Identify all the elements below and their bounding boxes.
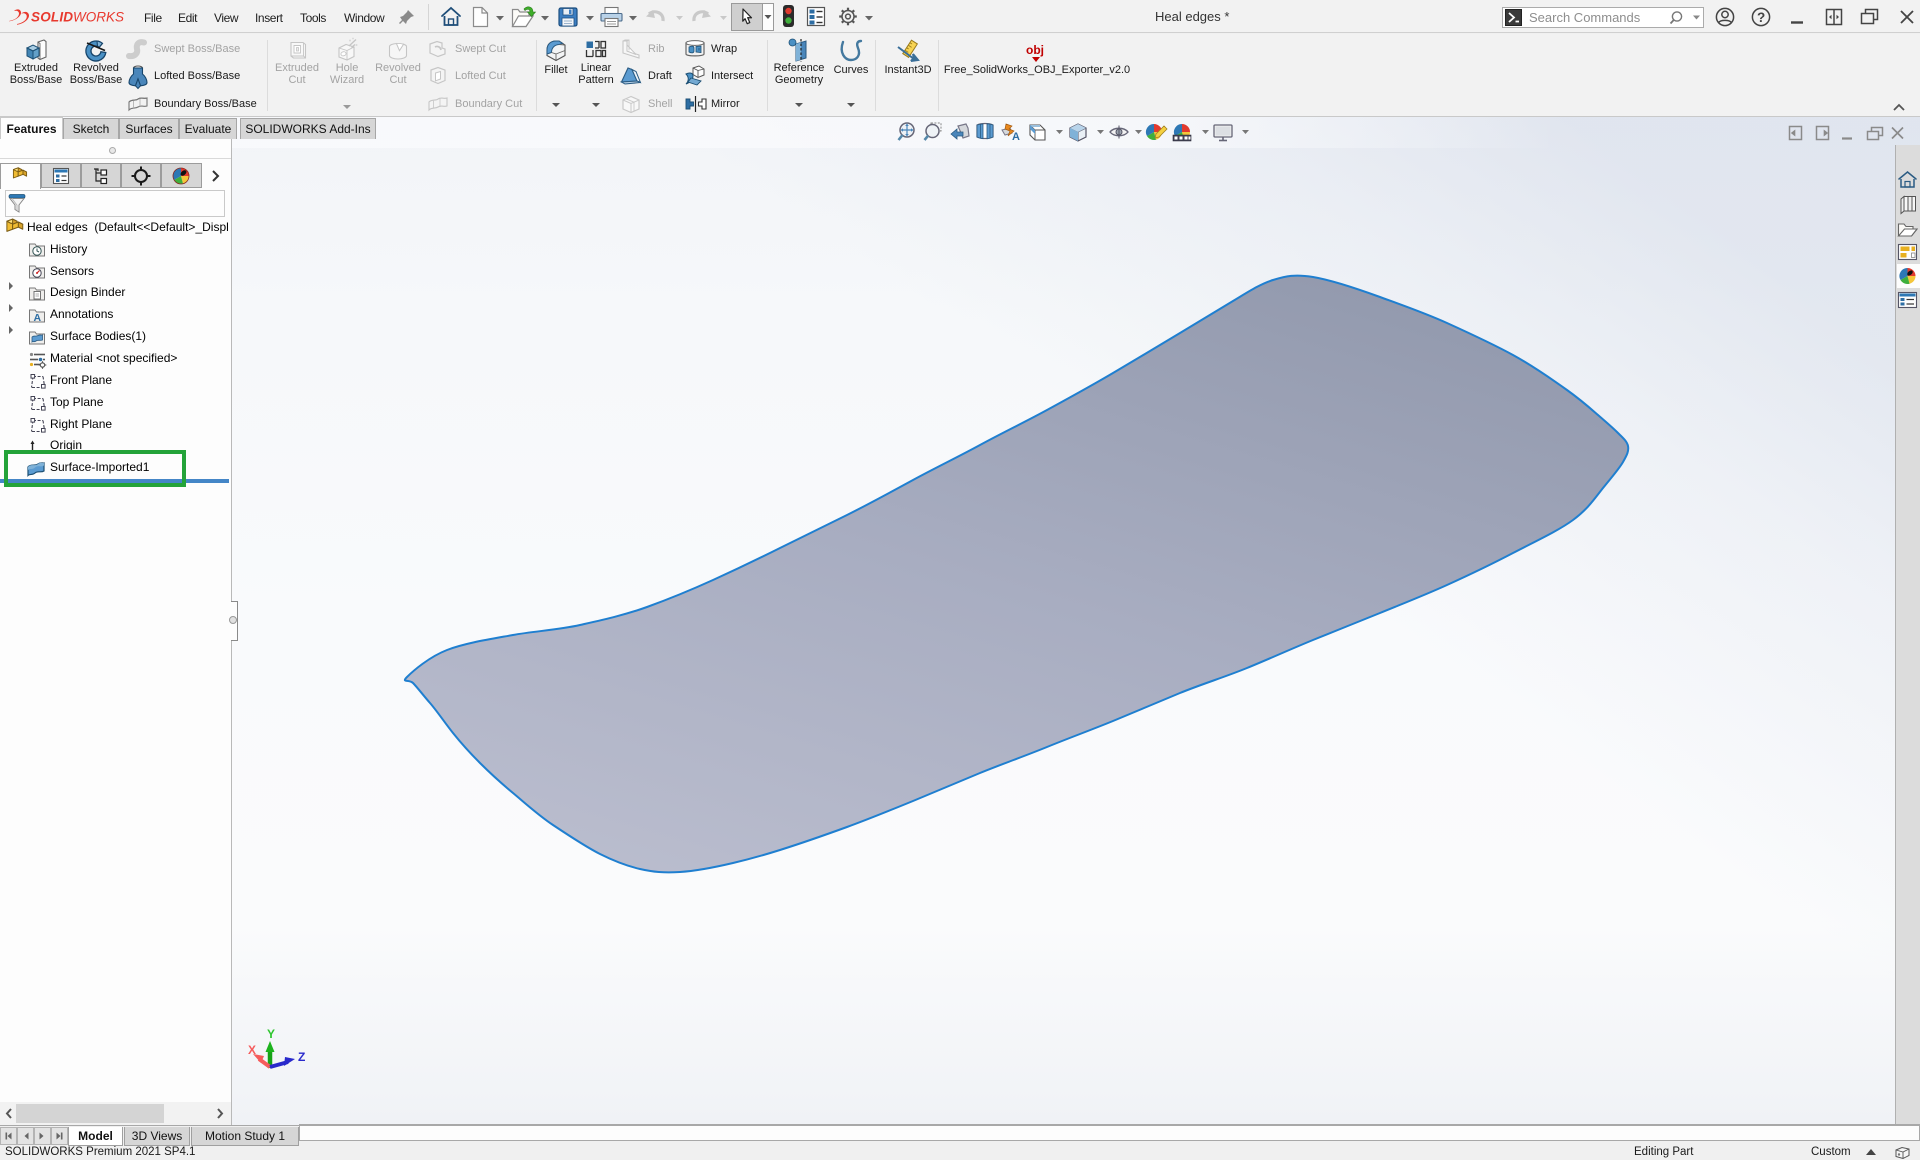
svg-text:Search Commands: Search Commands — [1529, 10, 1641, 25]
svg-text:X: X — [248, 1043, 256, 1057]
svg-text:WORKS: WORKS — [73, 10, 124, 25]
svg-text:Z: Z — [298, 1050, 305, 1064]
svg-text:?: ? — [1757, 10, 1765, 25]
svg-text:A: A — [34, 312, 42, 324]
svg-text:SOLID: SOLID — [31, 10, 73, 25]
svg-text:Y: Y — [267, 1027, 275, 1041]
svg-text:obj: obj — [1026, 43, 1044, 57]
svg-text:A: A — [1012, 131, 1020, 143]
